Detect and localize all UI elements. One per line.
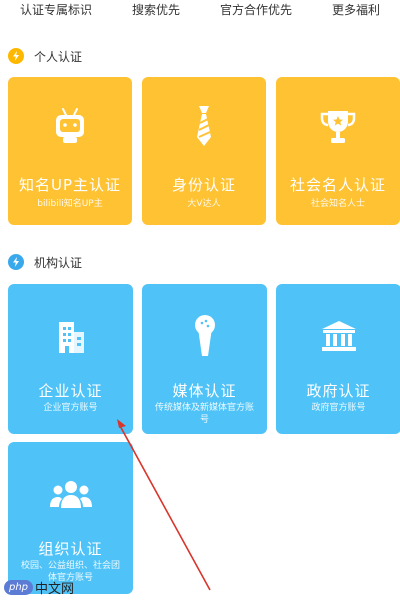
card-media-sub: 传统媒体及新媒体官方账号 [154,403,254,425]
tv-robot-icon [56,108,84,143]
card-identity-title: 身份认证 [171,176,236,194]
watermark: php 中文网 [4,578,74,597]
card-celebrity-sub: 社会知名人士 [310,199,365,209]
lightning-icon [8,254,24,270]
section-personal: 个人认证 [8,46,82,66]
card-enterprise-sub: 企业官方账号 [43,403,98,413]
group-icon [49,481,92,508]
building-icon [58,322,84,353]
tab-more-benefits[interactable]: 更多福利 [332,1,380,18]
card-enterprise[interactable]: 企业认证 企业官方账号 [8,284,133,434]
microphone-icon [194,315,215,356]
trophy-icon [320,111,356,143]
lightning-icon [8,48,24,64]
section-org-title: 机构认证 [34,255,83,270]
card-up-creator[interactable]: 知名UP主认证 bilibili知名UP主 [8,77,132,225]
card-media[interactable]: 媒体认证 传统媒体及新媒体官方账号 [142,284,267,434]
card-celebrity-title: 社会名人认证 [289,176,386,194]
section-org: 机构认证 [8,252,82,272]
card-identity-sub: 大V达人 [187,199,221,209]
card-up-creator-sub: bilibili知名UP主 [37,199,103,209]
card-up-creator-title: 知名UP主认证 [18,176,122,194]
section-personal-title: 个人认证 [34,49,83,64]
tab-exclusive-badge[interactable]: 认证专属标识 [20,1,92,18]
card-identity[interactable]: 身份认证 大V达人 [142,77,266,225]
watermark-text: 中文网 [35,582,75,597]
card-celebrity[interactable]: 社会名人认证 社会知名人士 [276,77,400,225]
card-government-title: 政府认证 [306,382,371,400]
tab-search-priority[interactable]: 搜索优先 [132,1,180,18]
card-enterprise-title: 企业认证 [38,382,103,400]
necktie-icon [197,106,211,146]
government-icon [321,321,356,351]
watermark-badge: php [4,580,34,595]
card-government[interactable]: 政府认证 政府官方账号 [276,284,400,434]
benefit-tabs: 认证专属标识 搜索优先 官方合作优先 更多福利 [0,0,400,24]
card-organization[interactable]: 组织认证 校园、公益组织、社会团体官方账号 [8,442,133,594]
card-government-sub: 政府官方账号 [311,403,366,413]
card-organization-title: 组织认证 [38,540,103,558]
tab-official-cooperation[interactable]: 官方合作优先 [220,1,292,18]
card-media-title: 媒体认证 [172,382,237,400]
